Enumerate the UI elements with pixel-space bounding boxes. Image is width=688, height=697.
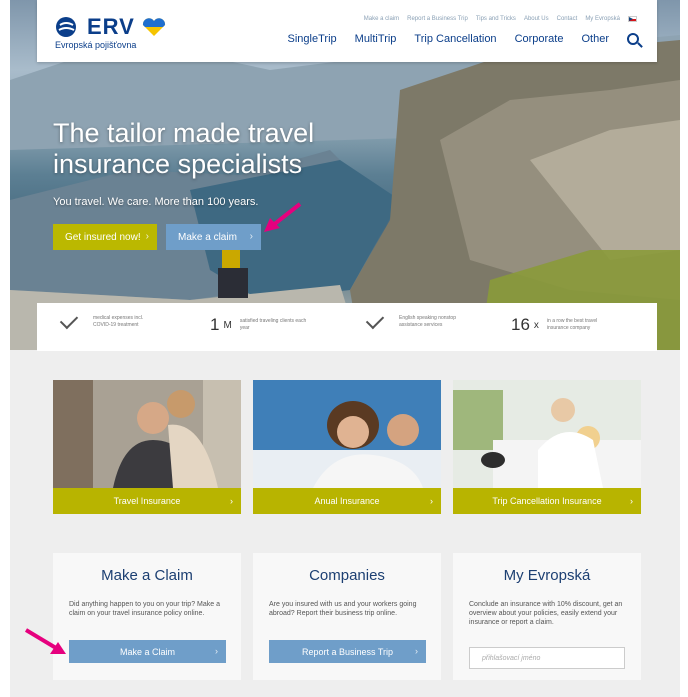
stat-clients: 1 M satisfied traveling clients each yea… xyxy=(210,315,308,335)
card-annual-insurance[interactable]: Anual Insurance › xyxy=(253,380,441,514)
card-label: Travel Insurance xyxy=(113,496,181,506)
brand-subtitle: Evropská pojišťovna xyxy=(55,40,137,50)
site-header: ERV Evropská pojišťovna Make a claim Rep… xyxy=(37,0,657,62)
chevron-right-icon: › xyxy=(430,496,433,506)
nav-trip-cancellation[interactable]: Trip Cancellation xyxy=(414,33,496,45)
stat-best: 16 x in a row the best travel insurance … xyxy=(511,315,615,335)
top-nav-make-claim[interactable]: Make a claim xyxy=(364,16,399,22)
page-frame: ERV Evropská pojišťovna Make a claim Rep… xyxy=(10,0,680,697)
top-nav-my-evropska[interactable]: My Evropská xyxy=(585,16,620,22)
erv-logo-icon xyxy=(56,17,76,37)
stat-number: 16 xyxy=(511,315,530,334)
hero-title: The tailor made travel insurance special… xyxy=(53,118,315,179)
stat-number: 1 xyxy=(210,315,220,334)
stat-text: English speaking nonstop assistance serv… xyxy=(399,315,456,328)
nav-corporate[interactable]: Corporate xyxy=(515,33,564,45)
hero-make-claim-label: Make a claim xyxy=(178,231,237,243)
search-icon[interactable] xyxy=(627,33,639,45)
chevron-right-icon: › xyxy=(415,646,418,656)
box-text: Are you insured with us and your workers… xyxy=(269,601,417,617)
card-label-bar: Trip Cancellation Insurance › xyxy=(453,488,641,514)
username-field[interactable]: přihlašovací jméno xyxy=(469,647,625,669)
top-nav-tips[interactable]: Tips and Tricks xyxy=(476,16,516,22)
box-title: Companies xyxy=(309,567,385,584)
box-title: Make a Claim xyxy=(101,567,193,584)
hero-subtitle: You travel. We care. More than 100 years… xyxy=(53,196,259,208)
box-text: Did anything happen to you on your trip?… xyxy=(69,601,220,617)
couple-smiling-photo xyxy=(253,380,441,488)
chevron-right-icon: › xyxy=(249,231,253,242)
get-insured-button[interactable]: Get insured now! › xyxy=(53,224,157,250)
top-nav: Make a claim Report a Business Trip Tips… xyxy=(364,16,637,22)
annotation-arrow-icon xyxy=(264,202,302,232)
my-evropska-box: My Evropská Conclude an insurance with 1… xyxy=(453,553,641,680)
card-travel-insurance[interactable]: Travel Insurance › xyxy=(53,380,241,514)
top-nav-report-trip[interactable]: Report a Business Trip xyxy=(407,16,468,22)
card-label: Anual Insurance xyxy=(314,496,380,506)
couple-city-photo xyxy=(53,380,241,488)
box-title: My Evropská xyxy=(503,567,591,584)
checkmark-icon xyxy=(59,310,79,330)
mother-child-bed-photo xyxy=(453,380,641,488)
nav-other[interactable]: Other xyxy=(581,33,609,45)
hero-make-claim-button[interactable]: Make a claim › xyxy=(166,224,261,250)
make-claim-button[interactable]: Make a Claim › xyxy=(69,640,226,663)
card-trip-cancellation[interactable]: Trip Cancellation Insurance › xyxy=(453,380,641,514)
main-nav: SingleTrip MultiTrip Trip Cancellation C… xyxy=(288,33,639,45)
report-business-trip-label: Report a Business Trip xyxy=(301,646,394,657)
checkmark-icon xyxy=(365,310,385,330)
chevron-right-icon: › xyxy=(630,496,633,506)
top-nav-contact[interactable]: Contact xyxy=(557,16,578,22)
annotation-arrow-icon xyxy=(24,628,66,654)
make-claim-box: Make a Claim Did anything happen to you … xyxy=(53,553,241,680)
card-label-bar: Travel Insurance › xyxy=(53,488,241,514)
stat-unit: x xyxy=(533,319,539,331)
make-claim-label: Make a Claim xyxy=(119,646,175,657)
chevron-right-icon: › xyxy=(215,646,218,656)
companies-box: Companies Are you insured with us and yo… xyxy=(253,553,441,680)
report-business-trip-button[interactable]: Report a Business Trip › xyxy=(269,640,426,663)
brand-name: ERV xyxy=(87,14,135,39)
stat-text: medical expenses incl. COVID-19 treatmen… xyxy=(93,315,144,328)
stats-strip: medical expenses incl. COVID-19 treatmen… xyxy=(37,303,657,351)
top-nav-about[interactable]: About Us xyxy=(524,16,549,22)
stat-unit: M xyxy=(223,319,232,331)
stat-assistance: English speaking nonstop assistance serv… xyxy=(365,310,467,330)
card-label: Trip Cancellation Insurance xyxy=(492,496,602,506)
chevron-right-icon: › xyxy=(230,496,233,506)
stat-covid: medical expenses incl. COVID-19 treatmen… xyxy=(59,310,161,330)
chevron-right-icon: › xyxy=(145,231,149,242)
czech-flag-icon[interactable] xyxy=(628,16,637,22)
stat-text: satisfied traveling clients each year xyxy=(239,318,307,331)
ukraine-heart-icon xyxy=(142,18,165,36)
nav-multitrip[interactable]: MultiTrip xyxy=(355,33,397,45)
nav-singletrip[interactable]: SingleTrip xyxy=(288,33,337,45)
erv-logo[interactable]: ERV xyxy=(55,14,167,40)
box-text: Conclude an insurance with 10% discount,… xyxy=(469,601,623,626)
get-insured-label: Get insured now! xyxy=(65,231,141,243)
card-label-bar: Anual Insurance › xyxy=(253,488,441,514)
stat-text: in a row the best travel insurance compa… xyxy=(546,318,598,331)
hero-banner: ERV Evropská pojišťovna Make a claim Rep… xyxy=(10,0,680,350)
